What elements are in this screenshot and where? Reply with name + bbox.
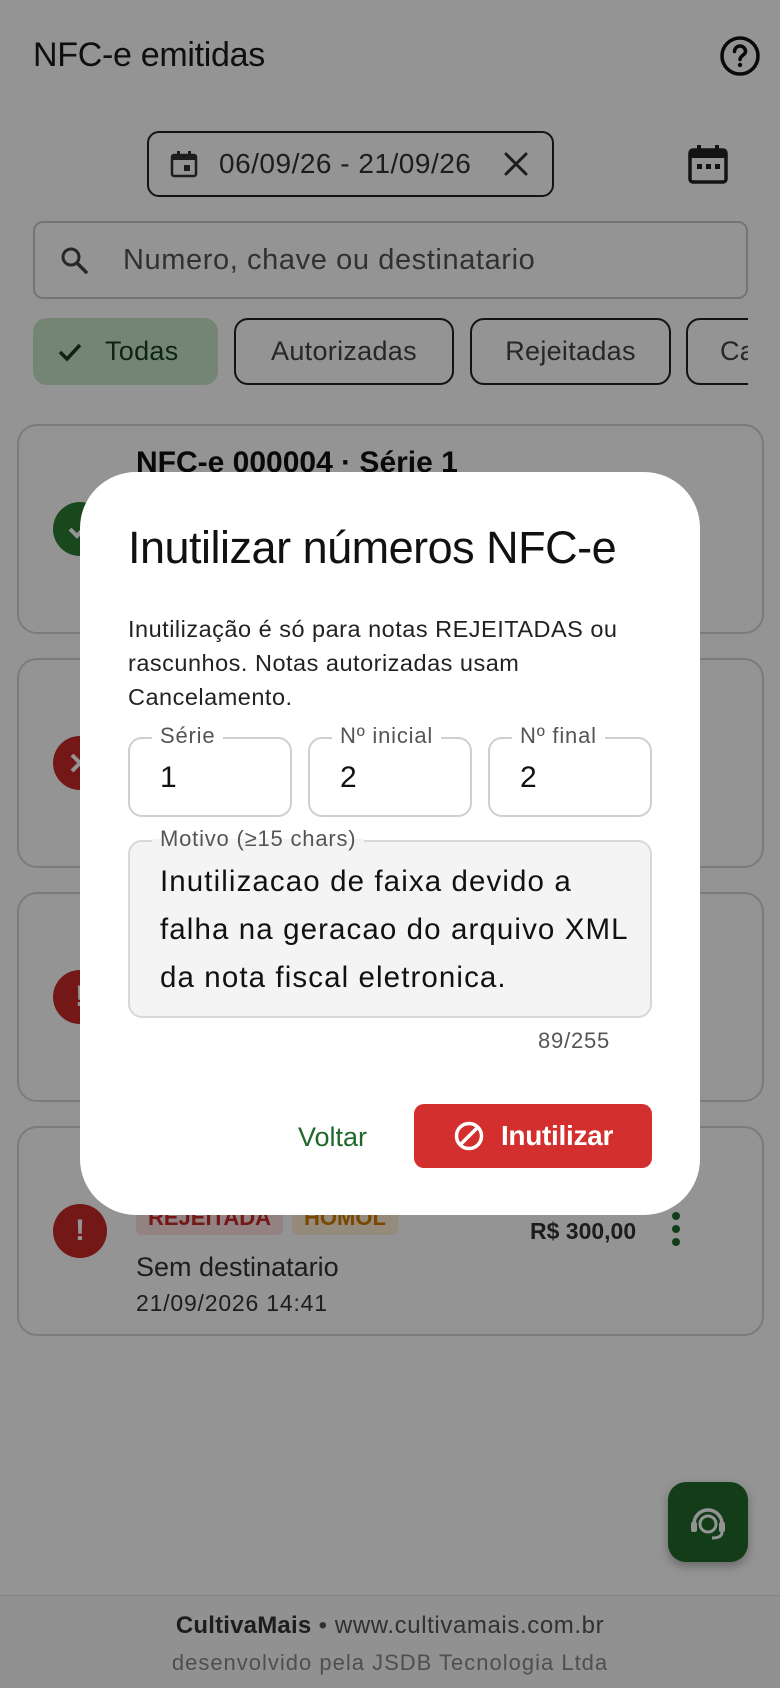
serie-field[interactable]: Série 1 — [128, 723, 292, 817]
numero-final-value: 2 — [520, 761, 537, 794]
block-icon — [454, 1121, 484, 1151]
numero-inicial-field[interactable]: Nº inicial 2 — [308, 723, 472, 817]
dialog-description: Inutilização é só para notas REJEITADAS … — [128, 616, 618, 710]
inutilizar-dialog: Inutilizar números NFC-e Inutilização é … — [80, 472, 700, 1215]
inutilizar-button-label: Inutilizar — [500, 1120, 614, 1151]
dialog-title: Inutilizar números NFC-e — [128, 522, 617, 573]
voltar-button[interactable]: Voltar — [280, 1112, 385, 1162]
motivo-textarea[interactable]: Motivo (≥15 chars) Inutilizacao de faixa… — [128, 826, 652, 1018]
motivo-value: Inutilizacao de faixa devido a falha na … — [160, 865, 628, 994]
serie-label: Série — [152, 723, 224, 749]
numero-inicial-value: 2 — [340, 761, 357, 794]
char-counter: 89/255 — [538, 1028, 611, 1053]
motivo-label: Motivo (≥15 chars) — [152, 826, 365, 852]
numero-final-label: Nº final — [512, 723, 605, 749]
serie-value: 1 — [160, 761, 177, 794]
numero-inicial-label: Nº inicial — [332, 723, 442, 749]
numero-final-field[interactable]: Nº final 2 — [488, 723, 652, 817]
inutilizar-button[interactable]: Inutilizar — [414, 1104, 652, 1168]
